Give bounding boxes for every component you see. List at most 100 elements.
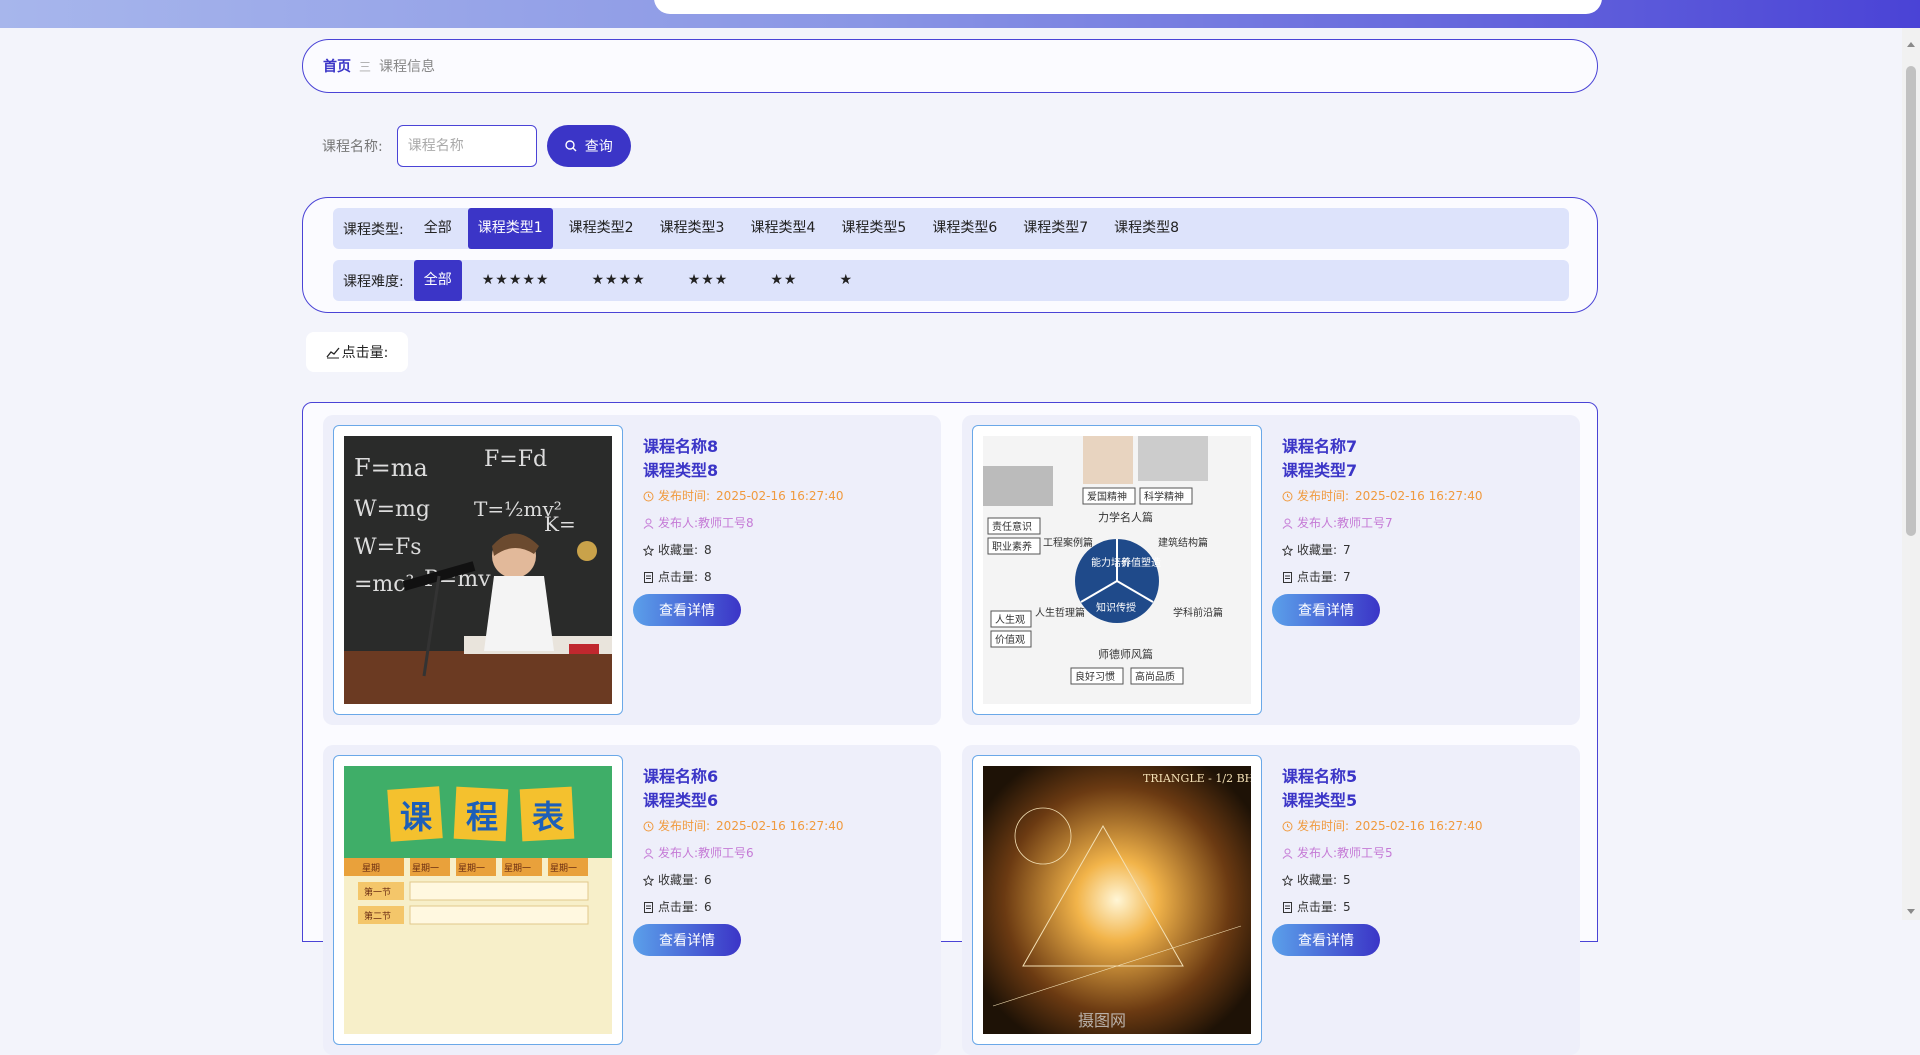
scroll-down-icon[interactable] (1907, 909, 1915, 914)
svg-text:F=ma: F=ma (354, 454, 428, 482)
type-chip-3[interactable]: 课程类型3 (650, 208, 735, 249)
diagram-side-2: 建筑结构篇 (1158, 536, 1208, 549)
document-icon (644, 572, 653, 583)
publish-time-value: 2025-02-16 16:27:40 (1355, 489, 1483, 503)
difficulty-chip-1[interactable]: ★ (825, 260, 867, 301)
type-chip-7[interactable]: 课程类型7 (1013, 208, 1098, 249)
favorites-value: 5 (1343, 873, 1351, 887)
chart-trend-icon (326, 347, 340, 359)
diagram-tag-3: 责任意识 (992, 520, 1032, 533)
difficulty-chip-2[interactable]: ★★ (756, 260, 811, 301)
publish-time: 发布时间: 2025-02-16 16:27:40 (1282, 483, 1483, 510)
course-image-math: TRIANGLE - 1/2 BH 摄图网 (983, 766, 1251, 1034)
publish-time: 发布时间: 2025-02-16 16:27:40 (643, 813, 844, 840)
publisher-label: 发布人: (1297, 846, 1338, 860)
search-button[interactable]: 查询 (546, 125, 631, 167)
difficulty-chip-3[interactable]: ★★★ (674, 260, 743, 301)
favorites-count: 收藏量: 6 (643, 867, 844, 894)
timetable-day-1: 星期一 (412, 863, 439, 874)
favorites-value: 8 (704, 543, 712, 557)
math-image-text: TRIANGLE - 1/2 BH (1143, 772, 1251, 785)
publish-time: 发布时间: 2025-02-16 16:27:40 (643, 483, 844, 510)
sort-by-clicks[interactable]: 点击量: (306, 332, 408, 372)
clicks-value: 5 (1343, 900, 1351, 914)
difficulty-chip-5[interactable]: ★★★★★ (468, 260, 564, 301)
publisher-value: 教师工号5 (1337, 846, 1393, 860)
clicks-value: 8 (704, 570, 712, 584)
course-info: 课程名称7 课程类型7 发布时间: 2025-02-16 16:27:40 发布… (1282, 435, 1483, 591)
diagram-tag-6: 价值观 (995, 633, 1025, 646)
diagram-tag-8: 高尚品质 (1135, 670, 1175, 683)
search-label: 课程名称: (322, 139, 383, 155)
svg-text:W=Fs: W=Fs (354, 535, 422, 560)
publish-time-label: 发布时间: (658, 819, 711, 833)
publish-time-label: 发布时间: (658, 489, 711, 503)
course-name[interactable]: 课程名称8 (643, 435, 844, 459)
course-card: F=ma F=Fd W=mg T=½mv² W=Fs K= =mc² P=mv (323, 415, 941, 725)
scrollbar-thumb[interactable] (1906, 66, 1916, 536)
type-chip-2[interactable]: 课程类型2 (559, 208, 644, 249)
watermark-text: 摄图网 (1078, 1011, 1126, 1030)
publish-time-value: 2025-02-16 16:27:40 (716, 819, 844, 833)
type-chip-8[interactable]: 课程类型8 (1104, 208, 1189, 249)
course-thumbnail-frame[interactable]: 课 程 表 星期 星期一 星期一 星期一 星期一 第一节 第二节 (333, 755, 623, 1045)
course-card: 能力培养 价值塑造 知识传授 力学名人篇 师德师风篇 爱国精神 科学精神 责任意… (962, 415, 1580, 725)
favorites-label: 收藏量: (1297, 543, 1338, 557)
type-chip-6[interactable]: 课程类型6 (922, 208, 1007, 249)
clock-icon (1282, 821, 1293, 832)
type-chip-5[interactable]: 课程类型5 (831, 208, 916, 249)
top-banner (0, 0, 1920, 28)
svg-text:K=: K= (544, 512, 576, 536)
course-name-input[interactable] (396, 125, 537, 167)
clicks-label: 点击量: (1297, 900, 1338, 914)
course-name[interactable]: 课程名称6 (643, 765, 844, 789)
view-details-button[interactable]: 查看详情 (633, 924, 741, 956)
difficulty-filter: 课程难度: 全部 ★★★★★ ★★★★ ★★★ ★★ ★ (333, 260, 1569, 301)
course-thumbnail-frame[interactable]: TRIANGLE - 1/2 BH 摄图网 (972, 755, 1262, 1045)
difficulty-chip-4[interactable]: ★★★★ (577, 260, 659, 301)
course-name[interactable]: 课程名称7 (1282, 435, 1483, 459)
view-details-button[interactable]: 查看详情 (1272, 924, 1380, 956)
view-details-button[interactable]: 查看详情 (1272, 594, 1380, 626)
course-info: 课程名称8 课程类型8 发布时间: 2025-02-16 16:27:40 发布… (643, 435, 844, 591)
publish-time: 发布时间: 2025-02-16 16:27:40 (1282, 813, 1483, 840)
publisher: 发布人: 教师工号5 (1282, 840, 1483, 867)
difficulty-chip-all[interactable]: 全部 (413, 260, 462, 301)
scroll-up-icon[interactable] (1907, 42, 1915, 47)
course-thumbnail-frame[interactable]: F=ma F=Fd W=mg T=½mv² W=Fs K= =mc² P=mv (333, 425, 623, 715)
course-type-label: 课程类型: (343, 221, 404, 238)
publisher-value: 教师工号7 (1337, 516, 1393, 530)
type-chip-4[interactable]: 课程类型4 (740, 208, 825, 249)
favorites-label: 收藏量: (658, 543, 699, 557)
search-bar: 课程名称: 查询 (322, 125, 631, 167)
course-name[interactable]: 课程名称5 (1282, 765, 1483, 789)
clock-icon (1282, 491, 1293, 502)
course-type: 课程类型7 (1282, 461, 1358, 480)
vertical-scrollbar[interactable] (1902, 28, 1920, 920)
type-chip-1[interactable]: 课程类型1 (467, 208, 553, 249)
publisher-label: 发布人: (1297, 516, 1338, 530)
star-icon (1282, 875, 1293, 886)
diagram-tag-2: 科学精神 (1144, 490, 1184, 503)
breadcrumb-home[interactable]: 首页 (323, 56, 351, 76)
clicks-label: 点击量: (658, 570, 699, 584)
view-details-button[interactable]: 查看详情 (633, 594, 741, 626)
publisher: 发布人: 教师工号6 (643, 840, 844, 867)
type-chip-all[interactable]: 全部 (414, 208, 462, 249)
diagram-tag-7: 良好习惯 (1075, 670, 1115, 683)
publish-time-label: 发布时间: (1297, 819, 1350, 833)
course-info: 课程名称6 课程类型6 发布时间: 2025-02-16 16:27:40 发布… (643, 765, 844, 921)
course-thumbnail-frame[interactable]: 能力培养 价值塑造 知识传授 力学名人篇 师德师风篇 爱国精神 科学精神 责任意… (972, 425, 1262, 715)
user-icon (643, 518, 654, 529)
clicks-value: 6 (704, 900, 712, 914)
timetable-char-3: 表 (532, 798, 564, 836)
diagram-center-3: 知识传授 (1096, 601, 1136, 614)
clicks-count: 点击量: 7 (1282, 564, 1483, 591)
document-icon (1283, 572, 1292, 583)
top-search-pill (654, 0, 1602, 14)
diagram-tag-1: 爱国精神 (1087, 490, 1127, 503)
publisher: 发布人: 教师工号8 (643, 510, 844, 537)
favorites-count: 收藏量: 7 (1282, 537, 1483, 564)
diagram-bottom-label: 师德师风篇 (1098, 647, 1153, 661)
course-card: TRIANGLE - 1/2 BH 摄图网 课程名称5 课程类型5 发布时间: … (962, 745, 1580, 1055)
